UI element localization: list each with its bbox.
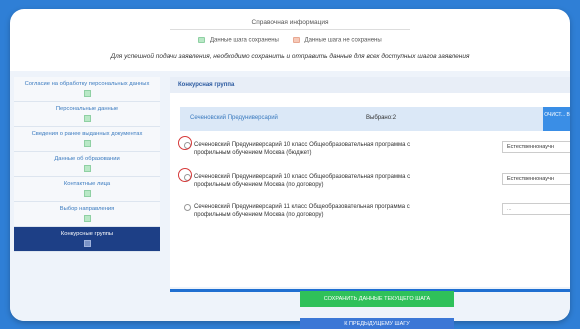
program-text: Сеченовский Предуниверсарий 10 класс Общ… [194, 142, 411, 156]
step-status-icon [83, 190, 91, 197]
sidebar-item-label: Выбор направления [59, 206, 115, 212]
step-status-icon [83, 90, 91, 97]
program-text: Сеченовский Предуниверсарий 11 класс Общ… [194, 204, 410, 218]
competition-group-panel: Конкурсная группа Сеченовский Предунивер… [170, 77, 570, 287]
step-status-icon [83, 240, 91, 247]
profile-select[interactable]: ... [502, 203, 570, 215]
sidebar-item-personal-data[interactable]: Персональные данные [14, 102, 160, 127]
highlight-circle-icon [178, 136, 192, 150]
unsaved-swatch-icon [292, 37, 300, 43]
save-step-button[interactable]: СОХРАНИТЬ ДАННЫЕ ТЕКУЩЕГО ШАГА [300, 291, 454, 307]
highlight-circle-icon [178, 168, 192, 182]
saved-swatch-icon [198, 37, 206, 43]
program-radio[interactable] [184, 204, 191, 211]
step-status-icon [83, 140, 91, 147]
previous-step-button[interactable]: К ПРЕДЫДУЩЕМУ ШАГУ [300, 318, 454, 329]
university-name: Сеченовский Предуниверсарий [190, 115, 278, 121]
main-area: Согласие на обработку персональных данны… [10, 71, 570, 321]
section-title: Конкурсная группа [170, 77, 570, 93]
sidebar-item-consent[interactable]: Согласие на обработку персональных данны… [14, 77, 160, 102]
sidebar-item-documents[interactable]: Сведения о ранее выданных документах [14, 127, 160, 152]
sidebar-item-contacts[interactable]: Контактные лица [14, 177, 160, 202]
program-row[interactable]: Сеченовский Предуниверсарий 11 класс Общ… [180, 201, 570, 223]
step-sidebar: Согласие на обработку персональных данны… [14, 77, 160, 252]
sidebar-item-label: Конкурсные группы [60, 231, 114, 237]
program-row[interactable]: Сеченовский Предуниверсарий 10 класс Общ… [178, 136, 570, 161]
legend-saved-label: Данные шага сохранены [209, 37, 279, 44]
submission-note: Для успешной подачи заявления, необходим… [110, 53, 470, 60]
sidebar-item-label: Сведения о ранее выданных документах [31, 131, 143, 137]
selected-count: Выбрано:2 [366, 115, 397, 121]
university-bar: Сеченовский Предуниверсарий Выбрано:2 ОЧ… [180, 107, 570, 131]
sidebar-item-competition-groups[interactable]: Конкурсные группы [14, 227, 160, 252]
profile-select[interactable]: Естественнонаучн [502, 173, 570, 185]
program-text: Сеченовский Предуниверсарий 10 класс Общ… [194, 174, 411, 188]
sidebar-item-label: Согласие на обработку персональных данны… [24, 81, 150, 87]
program-row[interactable]: Сеченовский Предуниверсарий 10 класс Общ… [178, 168, 570, 193]
legend-saved: Данные шага сохранены [198, 37, 279, 44]
info-header: Справочная информация Данные шага сохран… [10, 9, 570, 67]
clear-selection-button[interactable]: ОЧИСТ... ВЫБ... [543, 107, 570, 131]
profile-select[interactable]: Естественнонаучн [502, 141, 570, 153]
header-divider [170, 29, 410, 30]
sidebar-item-label: Персональные данные [55, 106, 119, 112]
step-status-icon [83, 165, 91, 172]
sidebar-item-label: Данные об образовании [54, 156, 120, 162]
status-legend: Данные шага сохранены Данные шага не сох… [10, 37, 570, 44]
sidebar-item-label: Контактные лица [63, 181, 111, 187]
legend-unsaved-label: Данные шага не сохранены [304, 37, 382, 44]
step-status-icon [83, 115, 91, 122]
page-title: Справочная информация [251, 19, 329, 26]
application-window: Справочная информация Данные шага сохран… [10, 9, 570, 321]
sidebar-item-education[interactable]: Данные об образовании [14, 152, 160, 177]
sidebar-item-direction[interactable]: Выбор направления [14, 202, 160, 227]
legend-unsaved: Данные шага не сохранены [292, 37, 382, 44]
step-status-icon [83, 215, 91, 222]
